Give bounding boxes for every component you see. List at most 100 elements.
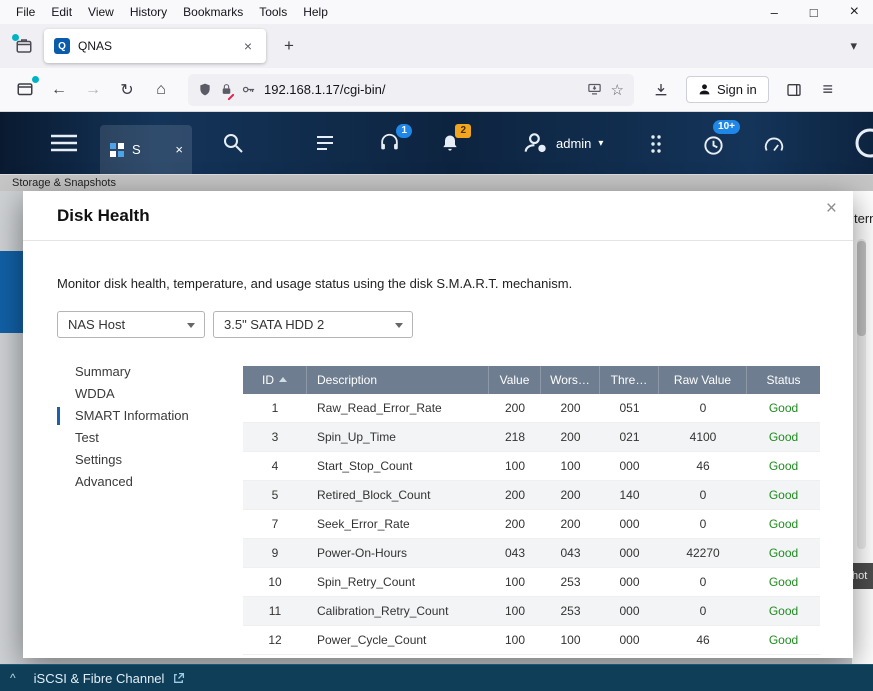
cell-status: Good (747, 481, 820, 509)
browser-tab[interactable]: Q QNAS × (44, 29, 266, 63)
cell-description: Power_Cycle_Count (307, 626, 489, 654)
menu-items: FileEditViewHistoryBookmarksToolsHelp (8, 2, 336, 22)
open-app-tab-close-icon[interactable]: × (175, 142, 183, 157)
nas-host-select[interactable]: NAS Host (57, 311, 205, 338)
reload-button[interactable]: ↻ (112, 75, 142, 105)
nav-item-smart-information[interactable]: SMART Information (57, 405, 222, 427)
dialog-divider (23, 240, 853, 241)
app-menu-icon[interactable]: ≡ (813, 75, 843, 105)
open-app-tab[interactable]: S × (100, 125, 192, 174)
scrollbar-thumb[interactable] (857, 241, 866, 336)
more-apps-icon[interactable] (650, 133, 662, 155)
menu-item[interactable]: History (122, 2, 175, 22)
menu-item[interactable]: Tools (251, 2, 295, 22)
nav-item-settings[interactable]: Settings (57, 449, 222, 471)
cell-worst: 200 (541, 423, 600, 451)
close-button[interactable]: × (850, 3, 859, 21)
maximize-button[interactable]: □ (810, 5, 818, 20)
cell-description: Retired_Block_Count (307, 481, 489, 509)
collapse-chevron-icon[interactable]: ^ (10, 671, 16, 685)
shield-icon[interactable] (198, 82, 212, 97)
menu-item[interactable]: View (80, 2, 122, 22)
search-icon[interactable] (222, 132, 244, 154)
dialog-nav: Summary WDDA SMART Information Test Sett… (57, 361, 222, 493)
list-tabs-chevron-icon[interactable]: ▾ (850, 38, 857, 54)
nav-item-summary[interactable]: Summary (57, 361, 222, 383)
iscsi-link[interactable]: iSCSI & Fibre Channel (34, 671, 165, 686)
header-id[interactable]: ID (243, 366, 307, 394)
header-worst[interactable]: Wors… (541, 366, 600, 394)
smart-table-header: ID Description Value Wors… Thre… Raw Val… (243, 366, 820, 394)
home-button[interactable]: ⌂ (146, 75, 176, 105)
disk-value: 3.5" SATA HDD 2 (224, 317, 324, 332)
downloads-icon[interactable] (646, 75, 676, 105)
new-tab-button[interactable]: + (276, 34, 302, 58)
header-value[interactable]: Value (489, 366, 541, 394)
header-raw-value[interactable]: Raw Value (659, 366, 747, 394)
header-id-label: ID (262, 373, 274, 387)
dashboard-icon[interactable] (762, 134, 786, 156)
forward-button[interactable]: → (78, 75, 108, 105)
support-icon[interactable]: 1 (376, 132, 402, 154)
dialog-close-icon[interactable]: × (826, 198, 837, 220)
tab-title: QNAS (78, 39, 232, 53)
table-row[interactable]: 4 Start_Stop_Count 100 100 000 46 Good (243, 452, 820, 481)
notifications-bell-icon[interactable]: 2 (438, 132, 462, 154)
dialog-title: Disk Health (57, 206, 150, 226)
firefox-view-icon[interactable] (10, 32, 38, 60)
table-row[interactable]: 10 Spin_Retry_Count 100 253 000 0 Good (243, 568, 820, 597)
app-window-titlebar[interactable]: Storage & Snapshots (0, 174, 873, 191)
table-row[interactable]: 3 Spin_Up_Time 218 200 021 4100 Good (243, 423, 820, 452)
url-bar[interactable]: 192.168.1.17/cgi-bin/ ☆ (188, 74, 634, 106)
cell-status: Good (747, 510, 820, 538)
nav-item-test[interactable]: Test (57, 427, 222, 449)
table-row[interactable]: 12 Power_Cycle_Count 100 100 000 46 Good (243, 626, 820, 655)
nav-item-advanced[interactable]: Advanced (57, 471, 222, 493)
window-controls: – □ × (771, 0, 859, 24)
background-tasks-icon[interactable] (314, 132, 336, 154)
menu-item[interactable]: Help (295, 2, 336, 22)
header-status[interactable]: Status (747, 366, 820, 394)
bookmark-star-icon[interactable]: ☆ (611, 81, 624, 99)
header-description[interactable]: Description (307, 366, 489, 394)
save-page-icon[interactable] (586, 82, 603, 97)
main-menu-icon[interactable] (50, 134, 78, 152)
header-threshold[interactable]: Thre… (600, 366, 659, 394)
admin-menu[interactable]: admin ▾ (522, 126, 603, 160)
cell-description: Calibration_Retry_Count (307, 597, 489, 625)
task-history-icon[interactable]: 10+ (700, 134, 726, 157)
menu-item[interactable]: File (8, 2, 43, 22)
cell-value: 218 (489, 423, 541, 451)
chevron-down-icon (187, 323, 195, 328)
external-link-icon[interactable] (172, 672, 185, 685)
cell-id: 5 (243, 481, 307, 509)
tab-close-icon[interactable]: × (240, 36, 256, 56)
nav-item-wdda[interactable]: WDDA (57, 383, 222, 405)
insecure-lock-icon[interactable] (220, 82, 233, 97)
table-row[interactable]: 5 Retired_Block_Count 200 200 140 0 Good (243, 481, 820, 510)
cell-status: Good (747, 568, 820, 596)
table-row[interactable]: 1 Raw_Read_Error_Rate 200 200 051 0 Good (243, 394, 820, 423)
cell-id: 10 (243, 568, 307, 596)
library-icon[interactable] (10, 75, 40, 105)
table-row[interactable]: 7 Seek_Error_Rate 200 200 000 0 Good (243, 510, 820, 539)
cell-worst: 200 (541, 394, 600, 422)
cell-id: 9 (243, 539, 307, 567)
open-app-tab-label: S (132, 142, 141, 157)
menu-item[interactable]: Bookmarks (175, 2, 251, 22)
table-row[interactable]: 11 Calibration_Retry_Count 100 253 000 0… (243, 597, 820, 626)
table-row[interactable]: 9 Power-On-Hours 043 043 000 42270 Good (243, 539, 820, 568)
url-text[interactable]: 192.168.1.17/cgi-bin/ (264, 82, 578, 97)
sidebar-icon[interactable] (779, 75, 809, 105)
minimize-button[interactable]: – (771, 5, 778, 20)
key-icon[interactable] (241, 82, 256, 97)
menu-item[interactable]: Edit (43, 2, 80, 22)
cell-raw-value: 42270 (659, 539, 747, 567)
sign-in-button[interactable]: Sign in (686, 76, 769, 103)
scrollbar[interactable] (857, 239, 866, 549)
cell-id: 1 (243, 394, 307, 422)
disk-select[interactable]: 3.5" SATA HDD 2 (213, 311, 413, 338)
back-button[interactable]: ← (44, 75, 74, 105)
update-dot (32, 76, 39, 83)
qnap-logo-icon (852, 125, 873, 161)
